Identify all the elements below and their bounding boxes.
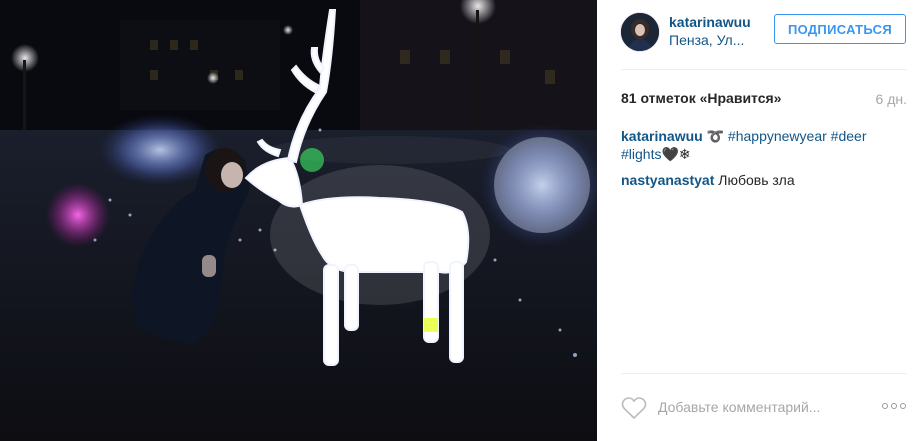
comment-text: Любовь зла [718, 172, 795, 188]
caption-author-link[interactable]: katarinawuu [621, 128, 703, 144]
hashtag-link[interactable]: #deer [831, 128, 867, 144]
post-author-link[interactable]: katarinawuu [669, 14, 751, 30]
avatar[interactable] [620, 12, 660, 52]
caption-emoji: ➰ [706, 128, 725, 144]
follow-button[interactable]: ПОДПИСАТЬСЯ [774, 14, 906, 44]
photo-deer-lights [0, 0, 597, 441]
dot [882, 403, 888, 409]
post-header: katarinawuu Пенза, Ул... ПОДПИСАТЬСЯ [597, 0, 921, 68]
header-divider [621, 69, 907, 70]
post-location[interactable]: Пенза, Ул... [669, 32, 744, 48]
heart-outline-icon[interactable] [621, 396, 647, 420]
ellipsis-icon[interactable] [882, 399, 908, 413]
caption: katarinawuu ➰ #happynewyear #deer #light… [621, 127, 891, 163]
footer-divider [621, 373, 907, 374]
post-photo[interactable] [0, 0, 597, 441]
avatar-image [621, 13, 659, 51]
dot [900, 403, 906, 409]
post-time[interactable]: 6 дн. [876, 91, 907, 107]
comment-item: nastyanastyat Любовь зла [621, 171, 891, 189]
hashtag-link[interactable]: #lights [621, 146, 661, 162]
likes-count[interactable]: 81 отметок «Нравится» [621, 90, 781, 106]
comment-input[interactable] [658, 396, 848, 418]
caption-trailing-emoji: 🖤❄ [661, 146, 691, 162]
hashtag-link[interactable]: #happynewyear [728, 128, 827, 144]
post-sidebar: katarinawuu Пенза, Ул... ПОДПИСАТЬСЯ 81 … [597, 0, 921, 441]
dot [891, 403, 897, 409]
comment-author-link[interactable]: nastyanastyat [621, 172, 714, 188]
